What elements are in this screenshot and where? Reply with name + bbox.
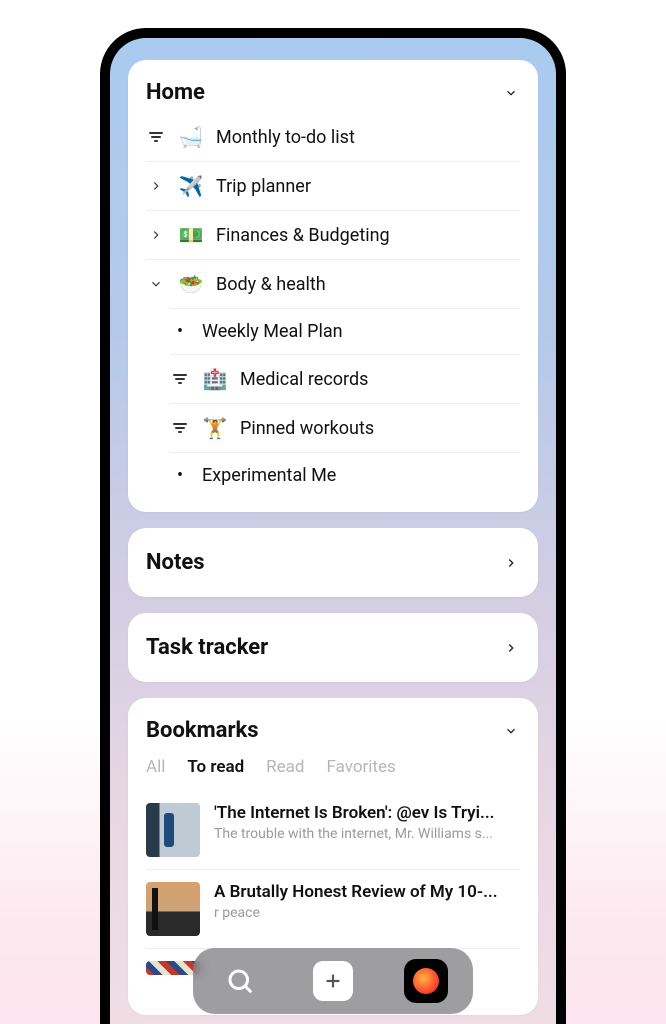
home-card: Home 🛁 Monthly to-do list ✈️ Trip planne… [128,60,538,512]
bullet-icon: • [170,467,190,485]
hospital-icon: 🏥 [202,367,228,391]
chevron-down-icon[interactable] [502,84,520,102]
notes-card[interactable]: Notes [128,528,538,597]
home-list: 🛁 Monthly to-do list ✈️ Trip planner 💵 F… [146,113,520,498]
search-button[interactable] [218,959,262,1003]
tab-all[interactable]: All [146,757,165,777]
bookmark-thumbnail [146,961,200,975]
add-button[interactable] [313,961,353,1001]
bookmark-title: A Brutally Honest Review of My 10-... [214,882,520,902]
home-item-label: Trip planner [216,176,520,197]
chevron-down-icon [146,277,166,291]
home-item-label: Finances & Budgeting [216,225,520,246]
home-item-label: Monthly to-do list [216,127,520,148]
bookmark-item[interactable]: A Brutally Honest Review of My 10-... r … [146,869,520,948]
bookmark-item[interactable]: 'The Internet Is Broken': @ev Is Tryi...… [146,791,520,869]
phone-frame: Home 🛁 Monthly to-do list ✈️ Trip planne… [100,28,566,1024]
bathtub-icon: 🛁 [178,125,204,149]
bookmarks-header[interactable]: Bookmarks [146,712,520,751]
task-tracker-title: Task tracker [146,635,268,660]
filter-icon [170,372,190,386]
home-title: Home [146,80,205,105]
bookmark-subtitle: The trouble with the internet, Mr. Willi… [214,826,520,842]
bottom-dock [193,948,473,1014]
home-item-trip-planner[interactable]: ✈️ Trip planner [146,161,520,210]
tab-favorites[interactable]: Favorites [327,757,396,777]
bookmark-text: 'The Internet Is Broken': @ev Is Tryi...… [214,803,520,842]
tab-read[interactable]: Read [266,757,304,777]
home-item-monthly-todo[interactable]: 🛁 Monthly to-do list [146,113,520,161]
sub-item-meal-plan[interactable]: • Weekly Meal Plan [170,308,520,354]
chevron-right-icon [502,554,520,572]
sub-item-label: Pinned workouts [240,418,520,439]
bookmark-thumbnail [146,803,200,857]
home-item-label: Body & health [216,274,520,295]
sub-item-label: Experimental Me [202,465,520,486]
chevron-right-icon [146,228,166,242]
notes-title: Notes [146,550,205,575]
sub-item-label: Weekly Meal Plan [202,321,520,342]
bullet-icon: • [170,323,190,341]
home-header[interactable]: Home [146,74,520,113]
bookmark-title: 'The Internet Is Broken': @ev Is Tryi... [214,803,520,823]
search-icon [225,966,255,996]
sub-item-experimental-me[interactable]: • Experimental Me [170,452,520,498]
sub-item-label: Medical records [240,369,520,390]
app-icon [413,968,439,994]
tab-to-read[interactable]: To read [187,757,244,777]
home-item-finances[interactable]: 💵 Finances & Budgeting [146,210,520,259]
bookmark-thumbnail [146,882,200,936]
home-sublist: • Weekly Meal Plan 🏥 Medical records 🏋️ … [146,308,520,498]
money-icon: 💵 [178,223,204,247]
app-icon-button[interactable] [404,959,448,1003]
chevron-right-icon [146,179,166,193]
filter-icon [170,421,190,435]
bookmark-subtitle: r peace [214,905,520,921]
sub-item-medical-records[interactable]: 🏥 Medical records [170,354,520,403]
bookmarks-tabs: All To read Read Favorites [146,751,520,791]
workout-icon: 🏋️ [202,416,228,440]
task-tracker-card[interactable]: Task tracker [128,613,538,682]
plus-icon [322,970,344,992]
chevron-right-icon [502,639,520,657]
chevron-down-icon[interactable] [502,722,520,740]
salad-icon: 🥗 [178,272,204,296]
bookmarks-title: Bookmarks [146,718,259,743]
home-item-body-health[interactable]: 🥗 Body & health [146,259,520,308]
sub-item-pinned-workouts[interactable]: 🏋️ Pinned workouts [170,403,520,452]
bookmark-text: A Brutally Honest Review of My 10-... r … [214,882,520,921]
airplane-icon: ✈️ [178,174,204,198]
filter-icon [146,130,166,144]
